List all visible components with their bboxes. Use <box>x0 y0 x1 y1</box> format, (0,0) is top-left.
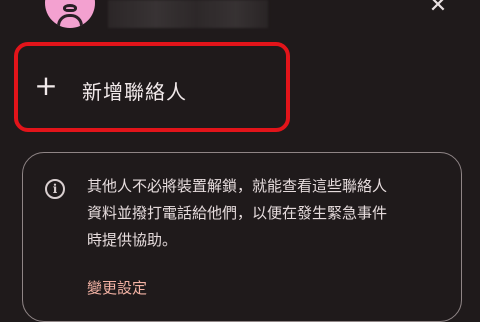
change-settings-link[interactable]: 變更設定 <box>87 277 147 298</box>
avatar[interactable] <box>45 0 95 28</box>
add-contact-label: 新增聯絡人 <box>82 80 187 104</box>
person-icon-shoulders <box>57 14 83 26</box>
blurred-account-name <box>108 0 268 28</box>
add-contact-button[interactable]: + 新增聯絡人 <box>14 42 290 132</box>
info-message: 其他人不必將裝置解鎖，就能查看這些聯絡人 資料並撥打電話給他們，以便在發生緊急事… <box>87 173 432 254</box>
info-icon: i <box>45 179 65 199</box>
close-icon[interactable]: ✕ <box>426 0 450 20</box>
person-icon <box>63 4 77 12</box>
info-card: i 其他人不必將裝置解鎖，就能查看這些聯絡人 資料並撥打電話給他們，以便在發生緊… <box>22 152 462 322</box>
info-line: 時提供協助。 <box>87 231 178 249</box>
info-line: 資料並撥打電話給他們，以便在發生緊急事件 <box>87 204 388 222</box>
top-bar: ✕ <box>0 0 480 30</box>
plus-icon: + <box>34 69 58 102</box>
info-line: 其他人不必將裝置解鎖，就能查看這些聯絡人 <box>87 177 388 195</box>
